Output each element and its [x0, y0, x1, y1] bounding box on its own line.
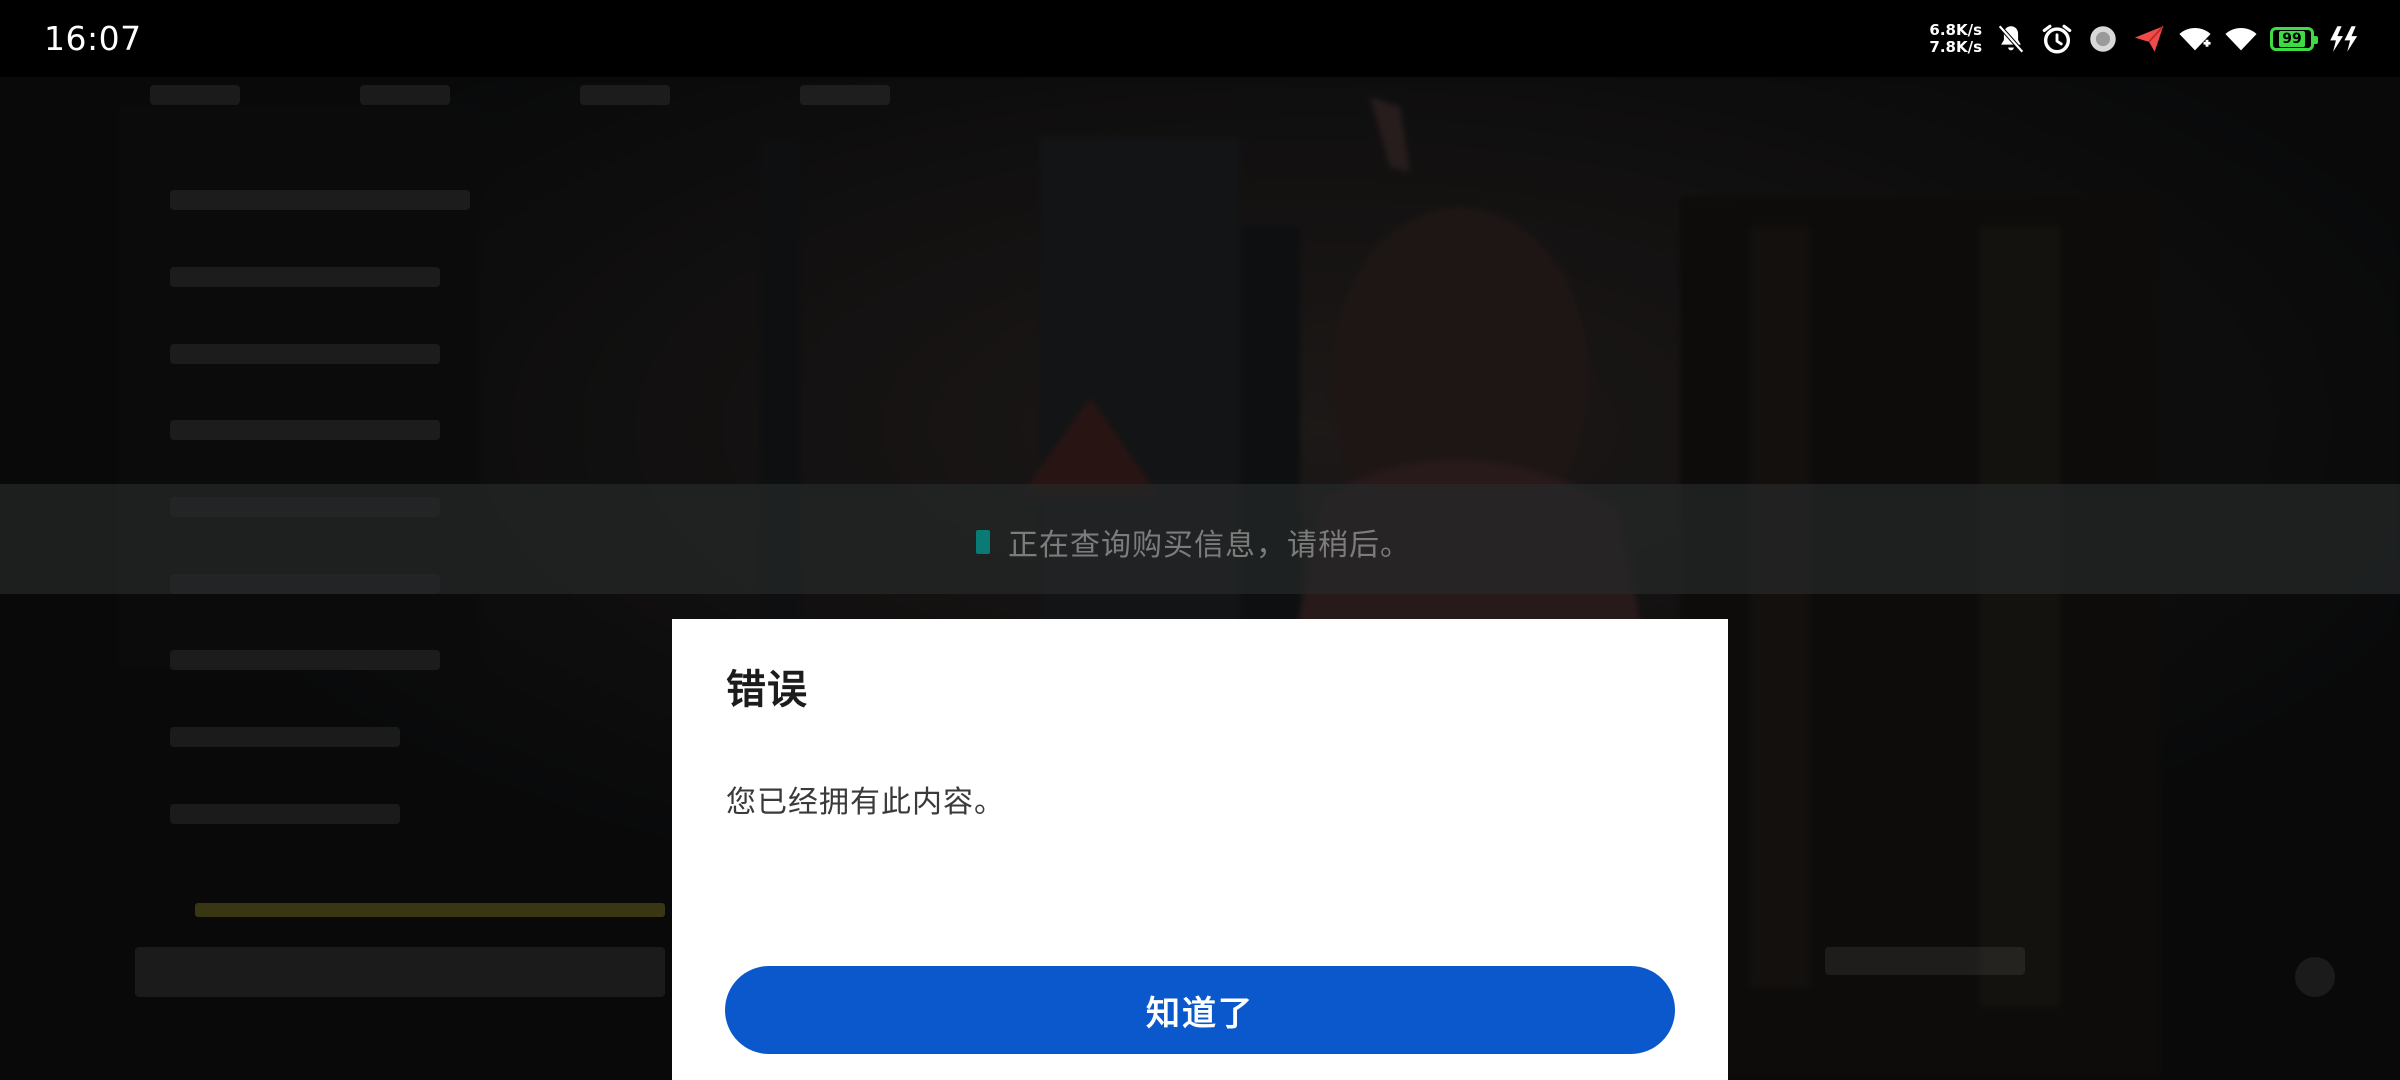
send-icon	[2134, 25, 2164, 52]
background-corner-icon	[2295, 957, 2335, 997]
background-menu-row	[170, 804, 400, 824]
status-bar: 16:07 6.8K/s 7.8K/s 99	[0, 0, 2400, 77]
mute-bell-icon	[1998, 24, 2024, 54]
error-dialog: 错误 您已经拥有此内容。 知道了	[672, 619, 1728, 1080]
status-time: 16:07	[44, 19, 142, 58]
loading-toast-content: 正在查询购买信息，请稍后。	[976, 520, 1411, 564]
background-side-label	[1825, 947, 2025, 975]
background-menu-row	[170, 420, 440, 440]
background-hint-row	[195, 903, 665, 917]
loading-toast: 正在查询购买信息，请稍后。	[0, 484, 2400, 594]
got-it-button[interactable]: 知道了	[725, 966, 1675, 1054]
loading-text: 正在查询购买信息，请稍后。	[1008, 528, 1411, 563]
record-dot-icon	[2090, 26, 2116, 52]
background-menu-row	[170, 190, 470, 210]
background-menu-row	[580, 85, 670, 105]
background-menu-row	[150, 85, 240, 105]
screen: 16:07 6.8K/s 7.8K/s 99 正在查询购买信息，请稍后。 错误 …	[0, 0, 2400, 1080]
background-button	[135, 947, 665, 997]
status-icons: 6.8K/s 7.8K/s 99	[1929, 16, 2360, 62]
background-menu-row	[170, 267, 440, 287]
background-menu-row	[170, 727, 400, 747]
background-menu-row	[170, 650, 440, 670]
alarm-icon	[2042, 24, 2072, 54]
background-menu-row	[360, 85, 450, 105]
net-speed-down: 7.8K/s	[1929, 38, 1982, 56]
wifi-icon	[2225, 27, 2257, 51]
battery-level: 99	[2279, 31, 2305, 47]
battery-icon: 99	[2270, 27, 2318, 51]
wifi-icon	[2179, 27, 2211, 51]
background-menu-row	[800, 85, 890, 105]
fast-charge-icon	[2330, 26, 2358, 52]
dialog-message: 您已经拥有此内容。	[726, 785, 1005, 820]
network-speed: 6.8K/s 7.8K/s	[1929, 22, 1982, 56]
dialog-title: 错误	[726, 667, 808, 713]
background-menu-row	[170, 344, 440, 364]
net-speed-up: 6.8K/s	[1929, 21, 1982, 39]
loading-square-icon	[976, 530, 990, 554]
